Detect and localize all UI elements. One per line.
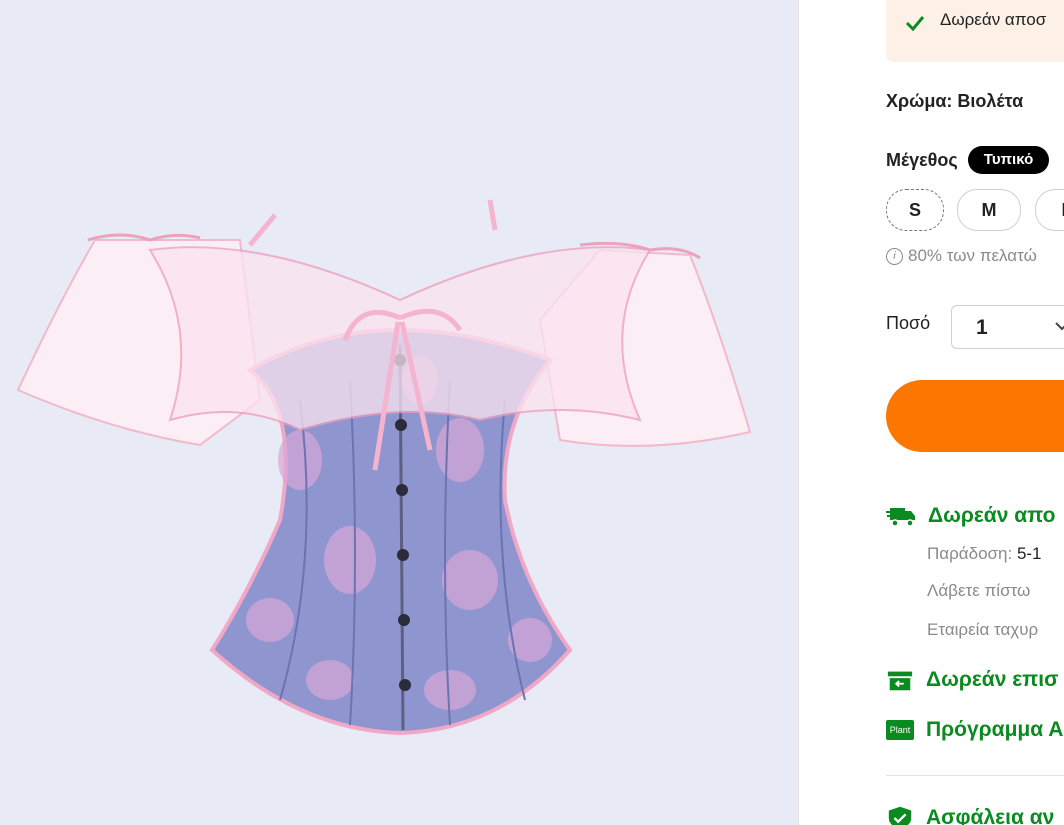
plant-program-row[interactable]: Plant Πρόγραμμα Α xyxy=(886,718,1063,742)
chevron-down-icon xyxy=(1055,322,1064,331)
security-row[interactable]: Ασφάλεια αν xyxy=(886,805,1054,825)
delivery-time: Παράδοση: 5-1 xyxy=(927,544,1042,564)
info-icon: i xyxy=(886,247,903,265)
delivery-label: Παράδοση: xyxy=(927,544,1013,563)
quantity-label: Ποσό xyxy=(886,313,931,333)
credit-note: Λάβετε πίστω xyxy=(927,581,1031,600)
color-label: Χρώμα: Βιολέτα xyxy=(886,91,1024,111)
free-shipping-banner: Δωρεάν αποσ xyxy=(886,0,1064,62)
delivery-value: 5-1 xyxy=(1016,544,1042,563)
free-returns-label: Δωρεάν επισ xyxy=(926,668,1059,691)
banner-text: Δωρεάν αποσ xyxy=(940,10,1047,29)
size-option-l[interactable]: L xyxy=(1035,189,1064,231)
security-label: Ασφάλεια αν xyxy=(926,806,1055,825)
product-image[interactable] xyxy=(0,0,799,825)
delivery-truck-icon xyxy=(886,508,915,527)
plant-icon: Plant xyxy=(886,720,914,740)
free-shipping-label: Δωρεάν απο xyxy=(928,504,1056,527)
size-option-s[interactable]: S xyxy=(886,189,944,231)
add-to-cart-button[interactable] xyxy=(886,380,1064,452)
quantity-select[interactable]: 1 xyxy=(951,305,1064,349)
product-details-panel: Δωρεάν αποσ Χρώμα: Βιολέτα Μέγεθος Τυπικ… xyxy=(799,0,1064,825)
courier-note: Εταιρεία ταχυρ xyxy=(927,620,1039,639)
check-icon xyxy=(905,16,925,32)
free-shipping-row[interactable]: Δωρεάν απο xyxy=(886,503,1055,529)
return-box-icon xyxy=(887,671,913,691)
size-label: Μέγεθος xyxy=(886,149,958,170)
size-label-row: Μέγεθος Τυπικό xyxy=(886,146,1050,174)
size-standard-badge[interactable]: Τυπικό xyxy=(967,146,1050,174)
corset-image xyxy=(16,199,752,736)
divider xyxy=(886,775,1064,776)
shield-check-icon xyxy=(888,806,912,825)
size-option-m[interactable]: M xyxy=(957,189,1021,231)
fit-note: i 80% των πελατώ xyxy=(886,246,1037,266)
free-returns-row[interactable]: Δωρεάν επισ xyxy=(886,667,1058,693)
plant-program-label: Πρόγραμμα Α xyxy=(926,718,1064,741)
quantity-value: 1 xyxy=(976,316,988,339)
fit-note-text: 80% των πελατώ xyxy=(908,246,1037,265)
